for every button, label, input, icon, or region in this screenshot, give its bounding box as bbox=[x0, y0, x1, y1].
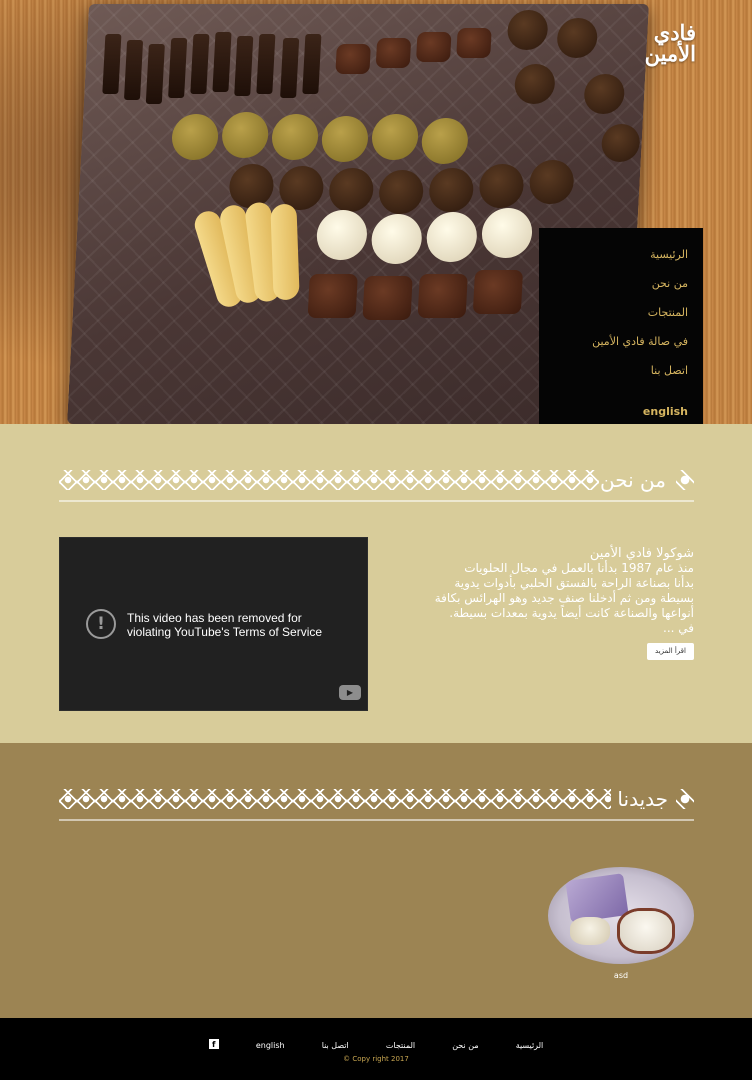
about-company-name: شوكولا فادي الأمين bbox=[589, 546, 694, 561]
about-line: منذ عام 1987 بدأنا بالعمل في مجال الحلوي… bbox=[464, 561, 694, 575]
about-line: بسيطة ومن ثم أدخلنا صنف جديد وهو الهرائس… bbox=[434, 591, 694, 605]
read-more-button[interactable]: اقرأ المزيد bbox=[647, 643, 694, 660]
ornament-icon bbox=[676, 470, 694, 490]
footer-link-products[interactable]: المنتجات bbox=[386, 1041, 415, 1050]
nav-item-home[interactable]: الرئيسية bbox=[539, 248, 688, 277]
nav-item-contact[interactable]: اتصل بنا bbox=[539, 364, 688, 393]
warning-icon: ! bbox=[86, 609, 116, 639]
footer-link-contact[interactable]: اتصل بنا bbox=[322, 1041, 349, 1050]
new-products-section: جديدنا asd bbox=[0, 743, 752, 1018]
product-caption[interactable]: asd bbox=[548, 971, 694, 980]
video-message-line-2: violating YouTube's Terms of Service bbox=[127, 625, 323, 639]
footer-link-home[interactable]: الرئيسية bbox=[516, 1041, 544, 1050]
youtube-icon[interactable]: ▶ bbox=[339, 685, 361, 700]
about-line: بدأنا بصناعة الراحة بالفستق الحلبي بأدوا… bbox=[454, 576, 694, 590]
logo-line-1: فادي bbox=[653, 20, 696, 45]
new-title: جديدنا bbox=[617, 787, 668, 811]
ornament-pattern bbox=[59, 470, 599, 490]
logo-line-2: الأمين bbox=[644, 41, 696, 66]
footer-link-english[interactable]: english bbox=[256, 1041, 285, 1050]
product-image[interactable] bbox=[548, 867, 694, 964]
nav-item-about[interactable]: من نحن bbox=[539, 277, 688, 306]
footer: الرئيسية من نحن المنتجات اتصل بنا englis… bbox=[0, 1018, 752, 1080]
heading-divider bbox=[59, 819, 694, 821]
about-line: في ... bbox=[663, 621, 694, 635]
nav-item-showroom[interactable]: في صالة فادي الأمين bbox=[539, 335, 688, 364]
video-removed-message: This video has been removed for violatin… bbox=[127, 611, 347, 639]
about-title: من نحن bbox=[600, 468, 666, 492]
new-heading-row: جديدنا bbox=[59, 785, 694, 825]
about-section: من نحن ! This video has been removed for… bbox=[0, 424, 752, 743]
facebook-icon[interactable]: f bbox=[208, 1038, 219, 1049]
copyright: © Copy right 2017 bbox=[343, 1055, 409, 1063]
video-message-line-1: This video has been removed for bbox=[127, 611, 302, 625]
video-player[interactable]: ! This video has been removed for violat… bbox=[59, 537, 368, 711]
about-line: أنواعها والصناعة كانت أيضاً يدوية بمعدات… bbox=[449, 606, 694, 620]
ornament-pattern bbox=[59, 789, 611, 809]
ornament-icon bbox=[676, 789, 694, 809]
about-heading-row: من نحن bbox=[59, 466, 694, 506]
footer-link-about[interactable]: من نحن bbox=[452, 1041, 478, 1050]
about-text: شوكولا فادي الأمين منذ عام 1987 بدأنا با… bbox=[396, 546, 694, 636]
heading-divider bbox=[59, 500, 694, 502]
nav-item-products[interactable]: المنتجات bbox=[539, 306, 688, 335]
main-nav: الرئيسية من نحن المنتجات في صالة فادي ال… bbox=[539, 228, 703, 446]
footer-links: الرئيسية من نحن المنتجات اتصل بنا englis… bbox=[0, 1033, 752, 1052]
brand-logo[interactable]: فادي الأمين bbox=[620, 22, 696, 68]
